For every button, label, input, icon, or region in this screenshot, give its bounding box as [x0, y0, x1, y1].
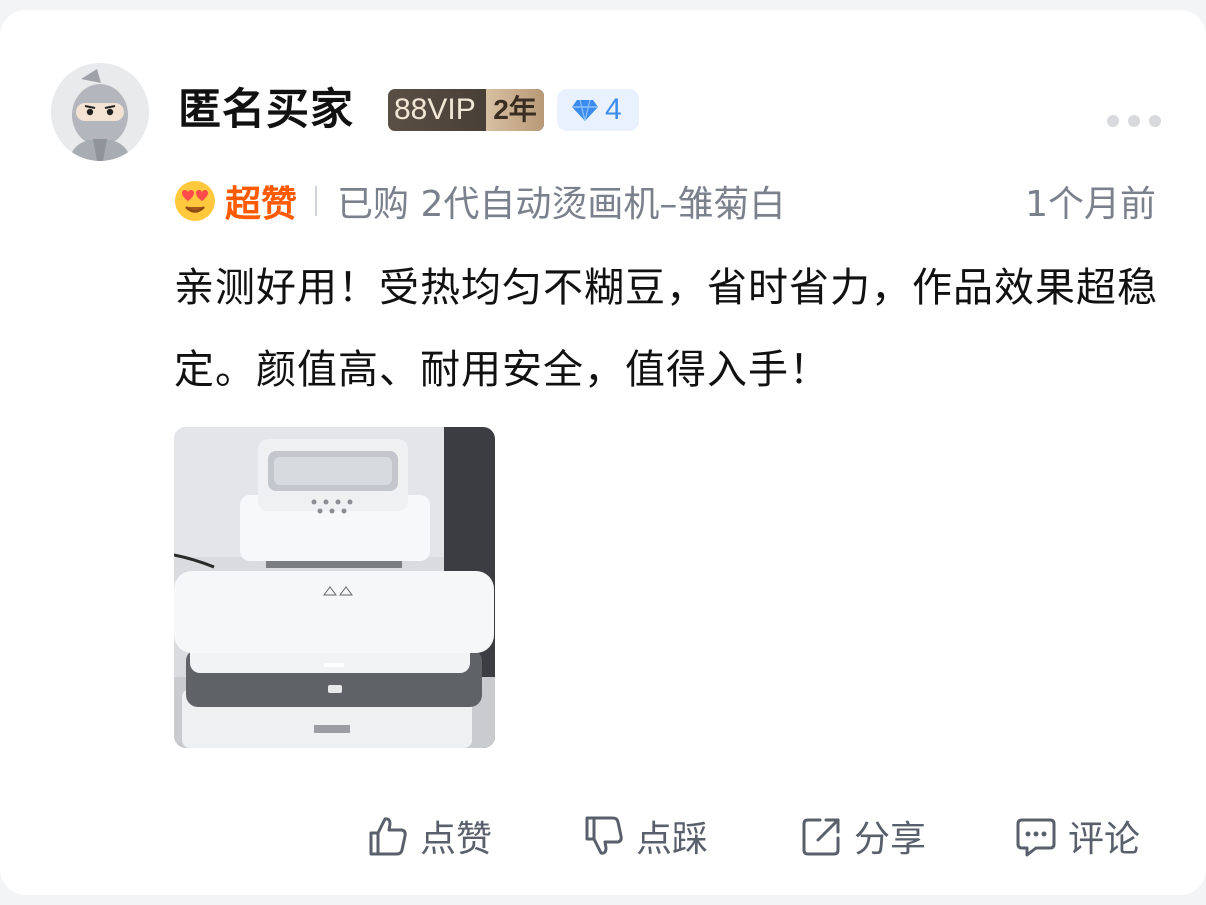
dislike-label: 点踩 [636, 819, 709, 860]
divider [315, 186, 318, 216]
review-photo[interactable] [174, 427, 495, 748]
username[interactable]: 匿名买家 [178, 78, 354, 142]
dislike-button[interactable]: 点踩 [582, 806, 708, 866]
vip-badge-text: 88VIP [394, 93, 476, 126]
like-button[interactable]: 点赞 [366, 806, 492, 866]
rating-label: 超赞 [225, 184, 298, 225]
diamond-icon [572, 99, 598, 122]
thumbs-down-icon [585, 816, 623, 855]
share-label: 分享 [854, 819, 927, 860]
purchase-info: 已购 2代自动烫画机–雏菊白 [337, 184, 786, 225]
more-options-icon[interactable] [1107, 114, 1161, 128]
rating-row: 超赞 已购 2代自动烫画机–雏菊白 1个月前 [174, 175, 1164, 227]
comment-label: 评论 [1068, 819, 1141, 860]
review-text: 亲测好用！受热均匀不糊豆，省时省力，作品效果超稳定。颜值高、耐用安全，值得入手！ [174, 265, 1158, 393]
share-icon [802, 818, 840, 856]
thumbs-up-icon [369, 817, 407, 856]
review-time: 1个月前 [1025, 184, 1156, 225]
comment-icon [1016, 818, 1056, 857]
like-label: 点赞 [420, 819, 493, 860]
level-badge: 4 [557, 89, 639, 131]
comment-button[interactable]: 评论 [1014, 806, 1140, 866]
anonymous-ninja-avatar-icon [51, 63, 149, 161]
product-photo-image [174, 427, 495, 748]
review-card: 匿名买家 88VIP 2年 4 超赞 已购 2代自动烫画机–雏菊白 1个月前 亲… [0, 10, 1206, 895]
vip-badge-years: 2年 [486, 89, 544, 131]
level-badge-value: 4 [605, 93, 622, 126]
action-bar: 点赞 点踩 分享 评论 [0, 806, 1206, 866]
avatar[interactable] [51, 63, 149, 161]
share-button[interactable]: 分享 [800, 806, 926, 866]
vip-badge: 88VIP 2年 [388, 89, 544, 131]
heart-eyes-emoji-icon [175, 181, 215, 221]
